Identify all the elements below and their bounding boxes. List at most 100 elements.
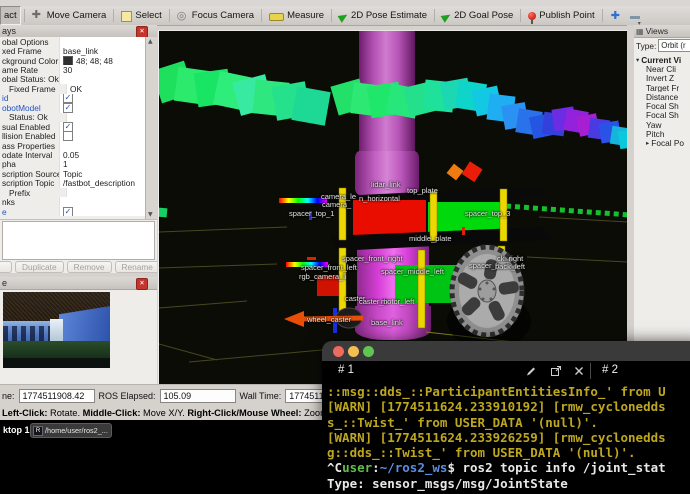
panel-button[interactable] xyxy=(0,261,12,273)
display-property-row[interactable]: scription SourceTopic xyxy=(0,169,157,178)
displays-scrollbar[interactable]: ▲ ▼ xyxy=(145,37,157,219)
panel-button[interactable]: Remove xyxy=(67,261,112,273)
terminal-line: Type: sensor_msgs/msg/JointState xyxy=(327,476,690,491)
toolbar-button-pose-estimate[interactable]: 2D Pose Estimate xyxy=(335,7,431,24)
views-tree-row[interactable]: Near Cli xyxy=(634,64,690,73)
toolbar-button-move-camera[interactable]: Move Camera xyxy=(28,7,111,24)
scroll-up-icon[interactable]: ▲ xyxy=(148,38,153,45)
display-property-row[interactable]: ckground Color48; 48; 48 xyxy=(0,56,157,65)
camera-image xyxy=(3,292,110,368)
display-property-row[interactable]: nks xyxy=(0,197,157,206)
display-property-row[interactable]: odate Interval0.05 xyxy=(0,150,157,159)
terminal-content[interactable]: ::msg::dds_::ParticipantEntitiesInfo_' f… xyxy=(322,381,690,494)
taskbar-window-button[interactable]: R /home/user/ros2_... xyxy=(30,423,112,438)
toolbar-button-publish-point[interactable]: Publish Point xyxy=(524,7,598,24)
tf-frame-label: base_link xyxy=(371,318,403,327)
views-tree-row[interactable]: ▸Focal Po xyxy=(634,139,690,148)
focus-icon xyxy=(177,10,189,22)
terminal-tab-2[interactable]: # 2 xyxy=(602,364,618,376)
views-type-select[interactable]: Orbit (r xyxy=(658,39,690,52)
checkbox[interactable]: ✓ xyxy=(63,103,73,112)
display-property-row[interactable]: llision Enabled xyxy=(0,131,157,140)
toolbar-button-label: Publish Point xyxy=(539,10,594,21)
tab-separator xyxy=(590,363,591,379)
views-panel: ▦ Views Type: Orbit (r ▾Current ViNear C… xyxy=(634,25,690,384)
toolbar-button-select[interactable]: Select xyxy=(117,7,165,24)
checkbox[interactable]: ✓ xyxy=(63,122,73,131)
display-property-row[interactable]: id✓ xyxy=(0,94,157,103)
display-property-row[interactable]: scription Topic/fastbot_description xyxy=(0,179,157,188)
terminal-text: $ ros2 topic info /joint_stat xyxy=(447,460,665,475)
toolbar-button-add-tool[interactable] xyxy=(606,7,626,24)
toolbar-button-remove-tool[interactable] xyxy=(626,7,644,24)
tf-frame-label: motor_left xyxy=(381,297,414,306)
views-tree-row[interactable]: Yaw xyxy=(634,120,690,129)
toolbar-button-label: 2D Goal Pose xyxy=(454,10,513,21)
display-property-row[interactable]: obotModel✓ xyxy=(0,103,157,112)
render-viewport[interactable]: lidar_linktop_platecamera_len_horizontal… xyxy=(158,30,629,385)
property-value xyxy=(59,141,146,150)
display-property-row[interactable]: Prefix xyxy=(0,188,157,197)
rem-icon xyxy=(630,16,640,19)
terminal-tab-1[interactable]: # 1 xyxy=(338,364,354,376)
display-property-row[interactable]: ass Properties xyxy=(0,141,157,150)
toolbar-button-focus-camera[interactable]: Focus Camera xyxy=(173,7,258,24)
panel-button[interactable]: Duplicate xyxy=(15,261,64,273)
pencil-icon[interactable] xyxy=(525,365,537,377)
views-tree-row[interactable]: Target Fr xyxy=(634,83,690,92)
toolbar-button-interact[interactable]: act xyxy=(0,6,21,25)
views-tree-row[interactable]: Focal Sh xyxy=(634,101,690,110)
minimize-window-icon[interactable] xyxy=(348,346,359,357)
terminal-line: ::msg::dds_::ParticipantEntitiesInfo_' f… xyxy=(327,384,690,399)
close-icon[interactable]: ✕ xyxy=(136,278,148,290)
open-in-new-icon[interactable] xyxy=(550,365,562,377)
views-panel-header[interactable]: ▦ Views xyxy=(634,25,690,38)
checkbox[interactable]: ✓ xyxy=(63,207,73,216)
toolbar: act Move Camera Select Focus Camera Measure 2… xyxy=(0,6,690,26)
time-field-value[interactable]: 1774511908.42 xyxy=(19,389,95,403)
views-tree-row[interactable]: Pitch xyxy=(634,129,690,138)
display-property-row[interactable]: xed Framebase_link xyxy=(0,46,157,55)
checkbox[interactable]: ✓ xyxy=(63,94,73,103)
toolbar-button-measure[interactable]: Measure xyxy=(265,7,328,24)
display-property-row[interactable]: e✓ xyxy=(0,207,157,216)
displays-panel: ays ✕ obal Optionsxed Framebase_linkckgr… xyxy=(0,25,157,273)
checkbox[interactable] xyxy=(63,131,73,140)
display-property-row[interactable]: pha1 xyxy=(0,160,157,169)
scroll-down-icon[interactable]: ▼ xyxy=(148,211,153,218)
views-row-label: Current Vi xyxy=(641,55,681,64)
tree-arrow-icon: ▸ xyxy=(646,139,649,147)
close-tab-icon[interactable] xyxy=(574,366,584,376)
panel-splitter[interactable] xyxy=(627,25,634,384)
display-description-box xyxy=(2,221,155,260)
property-value-text: base_link xyxy=(63,46,98,55)
toolbar-separator xyxy=(602,9,603,22)
display-property-row[interactable]: Status: Ok xyxy=(0,113,157,122)
tf-frame-label: rgb_camera_li xyxy=(299,272,347,281)
desktop-label: ktop 1 xyxy=(3,425,30,435)
views-tree-row[interactable]: Focal Sh xyxy=(634,111,690,120)
toolbar-button-label: Measure xyxy=(287,10,324,21)
display-property-row[interactable]: sual Enabled✓ xyxy=(0,122,157,131)
terminal-titlebar[interactable] xyxy=(322,341,690,361)
property-value: 30 xyxy=(59,65,146,74)
image-panel-header[interactable]: e ✕ xyxy=(0,277,157,290)
display-property-row[interactable]: obal Options xyxy=(0,37,157,46)
close-window-icon[interactable] xyxy=(333,346,344,357)
move-icon xyxy=(32,10,44,22)
views-tree-row[interactable]: ▾Current Vi xyxy=(634,55,690,64)
panel-button[interactable]: Rename xyxy=(115,261,158,273)
views-tree-row[interactable]: Invert Z xyxy=(634,74,690,83)
tf-frame-label: back_left xyxy=(495,262,525,271)
display-property-row[interactable]: Fixed FrameOK xyxy=(0,84,157,93)
display-property-row[interactable]: ame Rate30 xyxy=(0,65,157,74)
views-type-row: Type: Orbit (r xyxy=(634,39,690,52)
toolbar-button-goal-pose[interactable]: 2D Goal Pose xyxy=(438,7,517,24)
maximize-window-icon[interactable] xyxy=(363,346,374,357)
views-tree-row[interactable]: Distance xyxy=(634,92,690,101)
time-field-value[interactable]: 105.09 xyxy=(160,389,236,403)
display-property-row[interactable]: obal Status: Ok xyxy=(0,75,157,84)
property-value: /fastbot_description xyxy=(59,179,146,188)
toolbar-button-label: act xyxy=(4,10,17,21)
terminal-text: ~/ros2_ws xyxy=(380,460,448,475)
